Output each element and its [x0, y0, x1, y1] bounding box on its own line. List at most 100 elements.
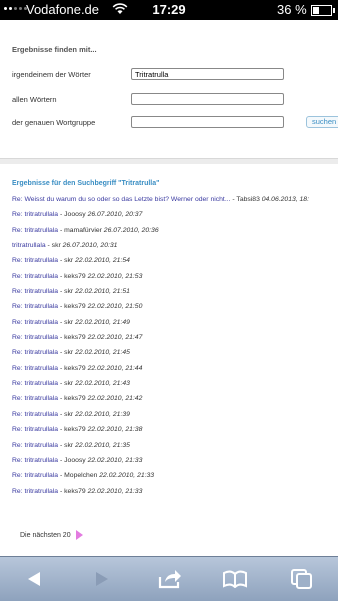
result-item: Re: tritratrullala - Mopelchen 22.02.201…	[12, 471, 338, 486]
result-link[interactable]: Re: tritratrullala	[12, 288, 58, 295]
result-item: Re: tritratrullala - keks79 22.02.2010, …	[12, 272, 338, 287]
result-item: Re: tritratrullala - skr 22.02.2010, 21:…	[12, 441, 338, 456]
result-author: - Mopelchen	[58, 472, 100, 480]
result-link[interactable]: Re: tritratrullala	[12, 472, 58, 479]
result-author: - skr	[58, 257, 76, 265]
result-item: Re: tritratrullala - keks79 22.02.2010, …	[12, 487, 338, 502]
result-date: 22.02.2010, 21:50	[87, 303, 143, 311]
result-item: Re: tritratrullala - keks79 22.02.2010, …	[12, 364, 338, 379]
result-link[interactable]: Re: tritratrullala	[12, 334, 58, 341]
result-item: Re: Weisst du warum du so oder so das Le…	[12, 195, 338, 210]
result-author: - keks79	[58, 395, 88, 403]
result-author: - skr	[58, 349, 76, 357]
any-words-input[interactable]	[131, 68, 284, 80]
result-link[interactable]: Re: tritratrullala	[12, 273, 58, 280]
result-author: - Jooosy	[58, 456, 88, 464]
all-words-input[interactable]	[131, 93, 284, 105]
result-item: Re: tritratrullala - keks79 22.02.2010, …	[12, 302, 338, 317]
section-divider	[0, 158, 338, 164]
result-author: - keks79	[58, 334, 88, 342]
result-item: Re: tritratrullala - mamafürvier 26.07.2…	[12, 226, 338, 241]
result-date: 22.02.2010, 21:43	[75, 380, 130, 388]
result-date: 22.02.2010, 21:51	[75, 288, 130, 296]
result-date: 26.07.2010, 20:31	[62, 242, 118, 250]
result-date: 04.06.2013, 18:	[261, 196, 309, 203]
result-author: - Tabsi83	[230, 196, 262, 203]
any-words-label: irgendeinem der Wörter	[12, 70, 91, 79]
exact-phrase-input[interactable]	[131, 116, 284, 128]
browser-toolbar	[0, 556, 338, 601]
result-item: Re: tritratrullala - Jooosy 22.02.2010, …	[12, 456, 338, 471]
result-date: 22.02.2010, 21:54	[75, 257, 130, 265]
result-date: 22.02.2010, 21:45	[75, 349, 130, 357]
result-link[interactable]: Re: tritratrullala	[12, 365, 58, 372]
results-list: Re: Weisst du warum du so oder so das Le…	[12, 195, 338, 502]
result-author: - skr	[58, 288, 76, 296]
result-item: tritratrullala - skr 26.07.2010, 20:31	[12, 241, 338, 256]
result-date: 22.02.2010, 21:42	[87, 395, 143, 403]
result-item: Re: tritratrullala - skr 22.02.2010, 21:…	[12, 379, 338, 394]
result-link[interactable]: Re: tritratrullala	[12, 227, 58, 234]
forward-icon	[88, 565, 116, 593]
result-item: Re: tritratrullala - keks79 22.02.2010, …	[12, 394, 338, 409]
result-item: Re: tritratrullala - Jooosy 26.07.2010, …	[12, 210, 338, 225]
result-author: - skr	[45, 242, 63, 250]
result-date: 26.07.2010, 20:37	[87, 211, 143, 219]
result-item: Re: tritratrullala - skr 22.02.2010, 21:…	[12, 348, 338, 363]
exact-phrase-label: der genauen Wortgruppe	[12, 118, 96, 127]
result-date: 26.07.2010, 20:36	[103, 226, 159, 234]
result-author: - skr	[58, 318, 76, 326]
status-bar: Vodafone.de 17:29 36 %	[0, 0, 338, 20]
result-date: 22.02.2010, 21:53	[87, 272, 143, 280]
battery-icon	[311, 5, 335, 16]
result-author: - skr	[58, 410, 76, 418]
result-author: - Jooosy	[58, 211, 88, 219]
result-link[interactable]: Re: Weisst du warum du so oder so das Le…	[12, 196, 231, 203]
result-author: - keks79	[58, 303, 88, 311]
result-author: - skr	[58, 380, 76, 388]
result-date: 22.02.2010, 21:49	[75, 318, 130, 326]
all-words-label: allen Wörtern	[12, 95, 57, 104]
result-item: Re: tritratrullala - keks79 22.02.2010, …	[12, 425, 338, 440]
result-item: Re: tritratrullala - skr 22.02.2010, 21:…	[12, 318, 338, 333]
next-page-label: Die nächsten 20	[20, 531, 71, 539]
search-button[interactable]: suchen	[306, 116, 338, 128]
bookmarks-icon[interactable]	[221, 565, 249, 593]
share-icon[interactable]	[156, 565, 184, 593]
result-link[interactable]: Re: tritratrullala	[12, 457, 58, 464]
result-item: Re: tritratrullala - skr 22.02.2010, 21:…	[12, 410, 338, 425]
back-icon[interactable]	[20, 565, 48, 593]
result-link[interactable]: Re: tritratrullala	[12, 426, 58, 433]
tabs-icon[interactable]	[288, 565, 316, 593]
result-link[interactable]: Re: tritratrullala	[12, 303, 58, 310]
result-link[interactable]: Re: tritratrullala	[12, 257, 58, 264]
result-link[interactable]: Re: tritratrullala	[12, 442, 58, 449]
result-link[interactable]: Re: tritratrullala	[12, 211, 58, 218]
result-link[interactable]: Re: tritratrullala	[12, 411, 58, 418]
result-item: Re: tritratrullala - keks79 22.02.2010, …	[12, 333, 338, 348]
result-date: 22.02.2010, 21:38	[87, 426, 143, 434]
result-author: - skr	[58, 441, 76, 449]
result-date: 22.02.2010, 21:33	[87, 487, 143, 495]
result-date: 22.02.2010, 21:35	[75, 441, 130, 449]
result-author: - keks79	[58, 272, 88, 280]
result-link[interactable]: tritratrullala	[12, 242, 46, 249]
result-date: 22.02.2010, 21:47	[87, 334, 143, 342]
result-link[interactable]: Re: tritratrullala	[12, 395, 58, 402]
next-arrow-icon	[75, 530, 83, 540]
result-author: - keks79	[58, 364, 88, 372]
result-link[interactable]: Re: tritratrullala	[12, 488, 58, 495]
result-date: 22.02.2010, 21:44	[87, 364, 143, 372]
result-link[interactable]: Re: tritratrullala	[12, 349, 58, 356]
result-date: 22.02.2010, 21:39	[75, 410, 130, 418]
search-form: Ergebnisse finden mit... irgendeinem der…	[0, 20, 338, 148]
result-author: - keks79	[58, 426, 88, 434]
result-link[interactable]: Re: tritratrullala	[12, 380, 58, 387]
result-author: - keks79	[58, 487, 88, 495]
battery-percent: 36 %	[277, 2, 307, 17]
result-date: 22.02.2010, 21:33	[99, 472, 155, 480]
form-heading: Ergebnisse finden mit...	[12, 45, 97, 54]
next-page-link[interactable]: Die nächsten 20	[20, 530, 83, 540]
result-author: - mamafürvier	[58, 226, 104, 234]
result-link[interactable]: Re: tritratrullala	[12, 319, 58, 326]
